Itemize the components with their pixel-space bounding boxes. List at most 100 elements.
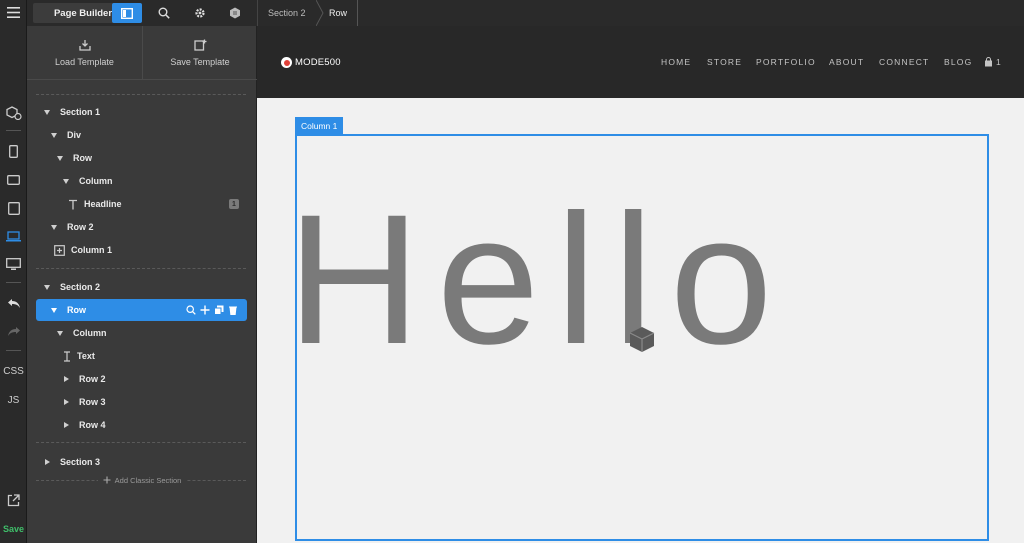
tree-node-text[interactable]: Text: [63, 347, 95, 365]
text-cursor-icon: [64, 350, 70, 362]
tree-node-label: Section 2: [60, 282, 101, 292]
tree-node-label: Row 4: [79, 420, 106, 430]
tree-node-section-2[interactable]: Section 2: [44, 278, 100, 296]
caret-right-icon[interactable]: [64, 399, 69, 405]
trash-icon[interactable]: [228, 305, 238, 315]
tree-node-label: Column: [73, 328, 107, 338]
search-icon[interactable]: [186, 305, 196, 315]
tree-node-section-1[interactable]: Section 1: [44, 103, 100, 121]
nav-store[interactable]: STORE: [707, 57, 742, 67]
plus-icon[interactable]: [200, 305, 210, 315]
tree-node-row[interactable]: Row: [51, 301, 86, 319]
breadcrumb-item-section-2[interactable]: Section 2: [268, 0, 306, 26]
load-template-button[interactable]: Load Template: [27, 26, 142, 80]
tree-node-label: Section 1: [60, 107, 101, 117]
duplicate-icon[interactable]: [214, 305, 224, 315]
tree-node-column[interactable]: Column: [63, 172, 113, 190]
tree-node-label: Div: [67, 130, 82, 140]
caret-down-icon[interactable]: [51, 224, 57, 230]
cart-icon[interactable]: [984, 57, 993, 67]
logo-text: MODE500: [295, 57, 341, 68]
desktop-icon[interactable]: [0, 255, 27, 273]
tablet-icon[interactable]: [0, 199, 27, 217]
tree-node-column-1[interactable]: Column 1: [54, 241, 112, 259]
redo-icon[interactable]: [0, 322, 27, 340]
cube-icon[interactable]: [629, 326, 655, 353]
search-icon[interactable]: [149, 3, 179, 23]
caret-down-icon[interactable]: [57, 330, 63, 336]
breadcrumb: Section 2 Row: [257, 0, 1024, 26]
headline[interactable]: Hello: [287, 188, 789, 373]
tree-node-label: Headline: [84, 199, 122, 209]
caret-down-icon[interactable]: [44, 109, 50, 115]
site-logo[interactable]: MODE500: [281, 57, 341, 68]
tree-node-row-3[interactable]: Row 3: [64, 393, 106, 411]
caret-down-icon[interactable]: [57, 155, 63, 161]
caret-down-icon[interactable]: [51, 132, 57, 138]
cube-add-icon[interactable]: [0, 104, 27, 122]
element-count-badge: 1: [229, 199, 239, 209]
tree-node-row-4[interactable]: Row 4: [64, 416, 106, 434]
plus-icon: [103, 476, 111, 484]
tree-node-label: Row 3: [79, 397, 106, 407]
undo-icon[interactable]: [0, 294, 27, 312]
plus-box-icon[interactable]: [54, 244, 65, 256]
tree-node-label: Text: [77, 351, 95, 361]
add-classic-section-button[interactable]: Add Classic Section: [27, 474, 257, 486]
gear-icon[interactable]: [185, 3, 215, 23]
left-toolbar: CSS JS Save: [0, 0, 27, 543]
cart-count: 1: [996, 57, 1001, 67]
nav-portfolio[interactable]: PORTFOLIO: [756, 57, 816, 67]
phone-icon[interactable]: [0, 142, 27, 160]
tree-node-label: Column: [79, 176, 113, 186]
tree-node-label: Row: [67, 305, 86, 315]
load-template-label: Load Template: [55, 57, 114, 67]
nav-about[interactable]: ABOUT: [829, 57, 864, 67]
tablet-landscape-icon[interactable]: [0, 171, 27, 189]
site-header: MODE500 HOME STORE PORTFOLIO ABOUT CONNE…: [257, 26, 1024, 98]
add-file-icon: [193, 39, 206, 51]
text-icon: [69, 199, 77, 209]
logo-mark-icon: [281, 57, 292, 68]
tree-node-label: Section 3: [60, 457, 101, 467]
nav-home[interactable]: HOME: [661, 57, 691, 67]
caret-right-icon[interactable]: [64, 376, 69, 382]
external-link-icon[interactable]: [0, 491, 27, 509]
save-template-button[interactable]: Save Template: [142, 26, 257, 80]
tree-node-headline[interactable]: Headline: [68, 195, 122, 213]
sidebar-toggle-icon[interactable]: [112, 3, 142, 23]
tree-node-label: Row: [73, 153, 92, 163]
caret-down-icon[interactable]: [44, 284, 50, 290]
tree-node-row-2[interactable]: Row 2: [64, 370, 106, 388]
css-button[interactable]: CSS: [0, 363, 27, 379]
builder-toolbar: Page Builder: [27, 0, 257, 26]
tree-node-label: Column 1: [71, 245, 113, 255]
tree-node-section-3[interactable]: Section 3: [45, 453, 100, 471]
layers-panel: Load Template Save Template Section 1 Di…: [27, 26, 257, 543]
nav-connect[interactable]: CONNECT: [879, 57, 929, 67]
caret-down-icon[interactable]: [63, 178, 69, 184]
column-tag[interactable]: Column 1: [295, 117, 344, 134]
nav-blog[interactable]: BLOG: [944, 57, 972, 67]
caret-right-icon[interactable]: [45, 459, 50, 465]
js-button[interactable]: JS: [0, 392, 27, 408]
tree-node-column[interactable]: Column: [57, 324, 107, 342]
download-icon: [78, 40, 91, 51]
page-builder-app: CSS JS Save Page Builder Section 2 Row L…: [0, 0, 1024, 543]
page-canvas[interactable]: MODE500 HOME STORE PORTFOLIO ABOUT CONNE…: [257, 26, 1024, 543]
add-classic-section-label: Add Classic Section: [114, 475, 182, 485]
template-actions: Load Template Save Template: [27, 26, 257, 80]
laptop-icon[interactable]: [0, 227, 27, 245]
tree-node-row[interactable]: Row: [57, 149, 92, 167]
caret-right-icon[interactable]: [64, 422, 69, 428]
hexagon-icon[interactable]: [220, 3, 250, 23]
tree-node-div[interactable]: Div: [51, 126, 81, 144]
tree-node-row-2[interactable]: Row 2: [51, 218, 94, 236]
breadcrumb-item-row[interactable]: Row: [329, 0, 347, 26]
tree-node-label: Row 2: [79, 374, 106, 384]
menu-icon[interactable]: [0, 4, 27, 20]
save-button[interactable]: Save: [0, 521, 27, 537]
save-template-label: Save Template: [170, 57, 230, 67]
caret-down-icon[interactable]: [51, 307, 57, 313]
tree-node-label: Row 2: [67, 222, 94, 232]
